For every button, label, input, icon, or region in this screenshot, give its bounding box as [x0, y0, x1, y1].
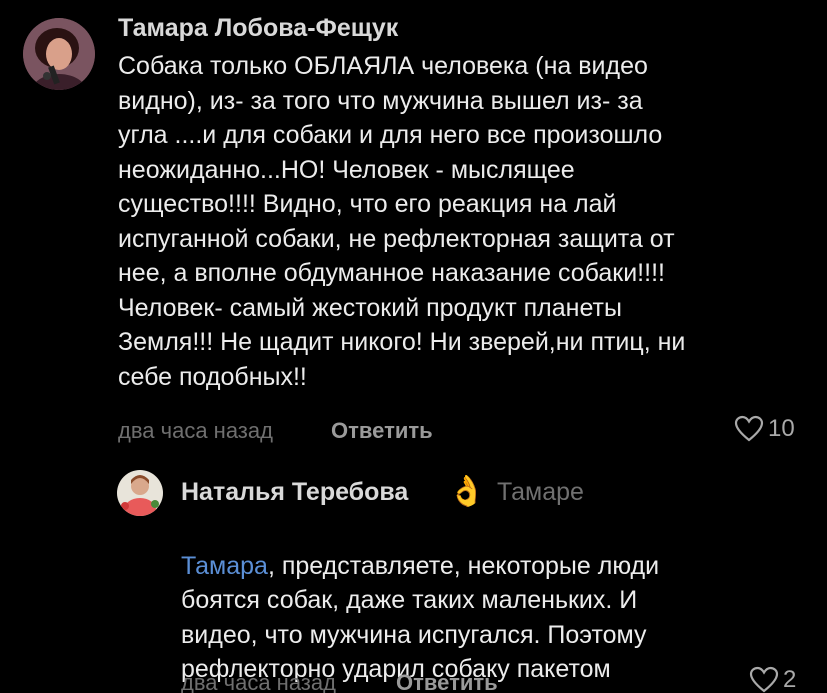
heart-icon	[734, 415, 764, 442]
avatar-photo-icon	[23, 18, 95, 90]
reply-author[interactable]: Наталья Теребова	[181, 478, 408, 507]
like-count: 2	[783, 666, 797, 693]
reply-button[interactable]: Ответить	[396, 670, 498, 693]
comment: Тамара Лобова-Фещук Собака только ОБЛАЯЛ…	[0, 0, 827, 450]
avatar[interactable]	[117, 470, 163, 516]
comment-author[interactable]: Тамара Лобова-Фещук	[118, 14, 398, 43]
avatar[interactable]	[23, 18, 95, 90]
reply-to-user[interactable]: Тамаре	[497, 478, 584, 507]
avatar-photo-icon	[117, 470, 163, 516]
reply-comment: Наталья Теребова 👌 Тамаре Тамара, предст…	[0, 450, 827, 693]
reply-time: два часа назад	[181, 670, 336, 693]
reply-text: Тамара, представляете, некоторые люди бо…	[181, 514, 801, 693]
like-count: 10	[768, 415, 795, 442]
like-button[interactable]: 10	[734, 415, 795, 443]
reply-button[interactable]: Ответить	[331, 418, 433, 444]
mention-link[interactable]: Тамара	[181, 552, 268, 580]
like-button[interactable]: 2	[749, 666, 796, 693]
comments-panel: Тамара Лобова-Фещук Собака только ОБЛАЯЛ…	[0, 0, 827, 693]
comment-text: Собака только ОБЛАЯЛА человека (на видео…	[118, 52, 686, 391]
ok-hand-icon: 👌	[448, 475, 486, 508]
reply-text-first: , представляете, некоторые люди	[267, 551, 660, 580]
comment-time: два часа назад	[118, 418, 273, 443]
heart-icon	[749, 666, 779, 693]
